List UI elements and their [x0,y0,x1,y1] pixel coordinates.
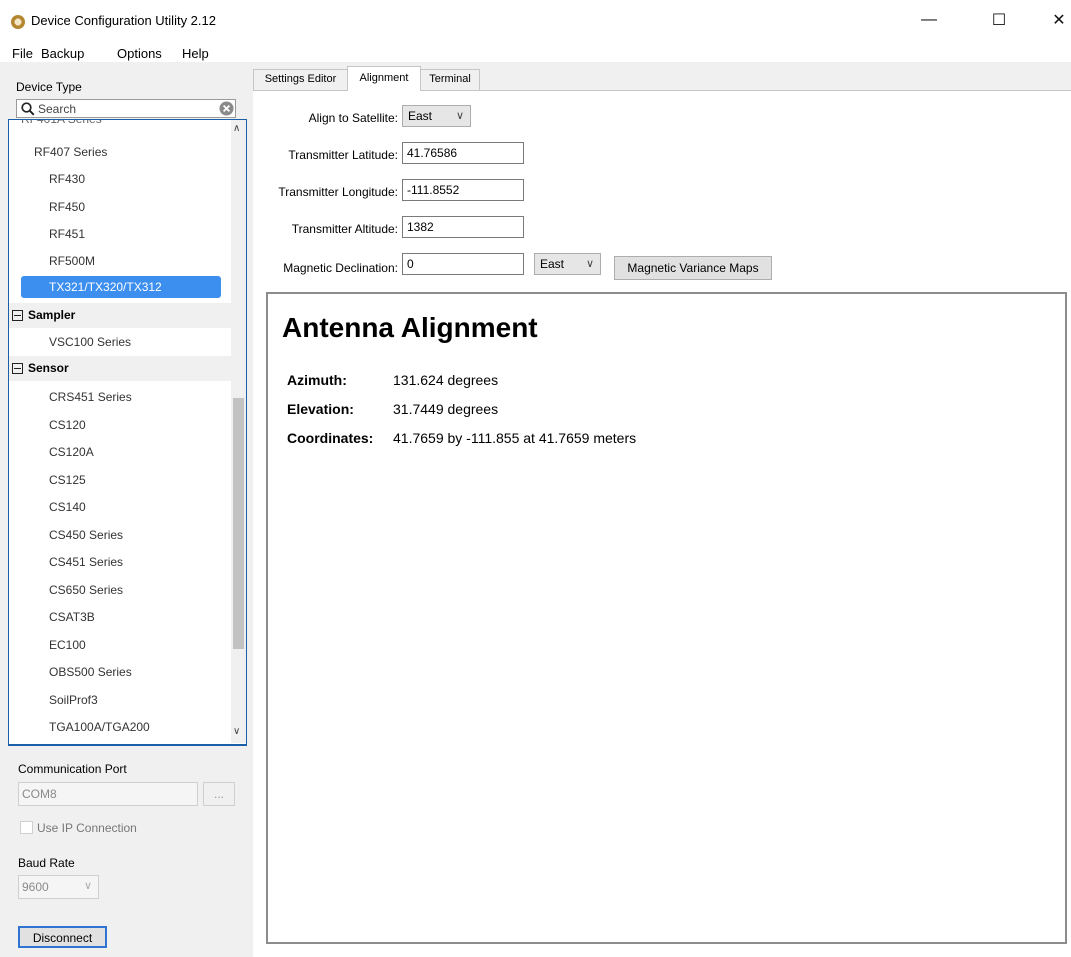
coordinates-label: Coordinates: [287,430,374,446]
tree-item[interactable]: RF401A Series [21,120,221,130]
group-label: Sensor [28,361,69,375]
tree-item[interactable]: VSC100 Series [49,331,246,353]
menu-backup[interactable]: Backup [41,46,84,61]
elevation-label: Elevation: [287,401,354,417]
chevron-down-icon: ∨ [455,110,464,122]
tree-item[interactable]: CS120 [49,414,246,436]
coordinates-value: 41.7659 by -111.855 at 41.7659 meters [393,430,637,446]
maximize-button[interactable]: ☐ [977,6,1021,34]
align-satellite-value: East [408,109,433,123]
azimuth-label: Azimuth: [287,372,347,388]
tab-alignment[interactable]: Alignment [347,66,421,91]
comm-port-label: Communication Port [18,762,127,776]
longitude-input[interactable]: -111.8552 [402,179,524,201]
tree-item[interactable]: EC100 [49,634,246,656]
browse-port-button[interactable]: ... [203,782,235,806]
baud-rate-label: Baud Rate [18,856,75,870]
altitude-label: Transmitter Altitude: [291,222,398,236]
comm-port-field[interactable]: COM8 [18,782,198,806]
latitude-label: Transmitter Latitude: [288,148,398,162]
tree-item[interactable]: CS450 Series [49,524,246,546]
azimuth-value: 131.624 degrees [393,372,499,388]
use-ip-checkbox[interactable] [20,821,33,834]
altitude-input[interactable]: 1382 [402,216,524,238]
use-ip-label: Use IP Connection [37,821,137,835]
elevation-value: 31.7449 degrees [393,401,499,417]
chevron-down-icon: ∨ [83,880,92,892]
menu-file[interactable]: File [12,46,33,61]
search-icon [21,102,35,116]
result-heading: Antenna Alignment [282,312,538,343]
tree-item[interactable]: CS125 [49,469,246,491]
declination-label: Magnetic Declination: [283,261,398,275]
baud-rate-value: 9600 [22,880,49,894]
tree-item[interactable]: CS451 Series [49,551,246,573]
group-label: Sampler [28,308,76,322]
collapse-icon[interactable] [12,363,23,375]
tree-item-selected[interactable]: TX321/TX320/TX312 [21,276,221,298]
scrollbar-thumb[interactable] [233,398,244,649]
menu-options[interactable]: Options [117,46,162,61]
tree-item-label: TX321/TX320/TX312 [49,280,162,294]
tree-item[interactable]: SoilProf3 [49,689,246,711]
disconnect-button[interactable]: Disconnect [18,926,107,948]
tree-item[interactable]: CS650 Series [49,579,246,601]
window-title: Device Configuration Utility 2.12 [31,13,216,28]
tree-item[interactable]: TGA100A/TGA200 [49,716,246,738]
baud-rate-select[interactable]: 9600 ∨ [18,875,99,899]
close-button[interactable]: ✕ [1037,6,1071,34]
align-satellite-select[interactable]: East ∨ [402,105,471,127]
device-type-label: Device Type [16,80,82,94]
tree-item[interactable]: OBS500 Series [49,661,246,683]
longitude-label: Transmitter Longitude: [278,185,398,199]
tab-terminal[interactable]: Terminal [420,69,480,90]
search-placeholder: Search [38,102,77,116]
tree-item[interactable]: CS140 [49,496,246,518]
tree-item[interactable]: CS120A [49,441,246,463]
magnetic-variance-maps-button[interactable]: Magnetic Variance Maps [614,256,772,280]
tree-item[interactable]: CRS451 Series [49,386,246,408]
app-icon [11,15,25,29]
tree-item[interactable]: RF450 [49,196,246,218]
scroll-down-icon[interactable]: ∨ [233,726,240,737]
menu-help[interactable]: Help [182,46,209,61]
align-satellite-label: Align to Satellite: [308,111,398,125]
collapse-icon[interactable] [12,310,23,322]
minimize-button[interactable]: — [907,6,951,34]
alignment-result-panel: Antenna Alignment Azimuth: 131.624 degre… [266,292,1067,944]
tree-group-sensor[interactable]: Sensor [9,356,231,381]
declination-direction-select[interactable]: East ∨ [534,253,601,275]
tab-settings-editor[interactable]: Settings Editor [253,69,348,90]
declination-direction-value: East [540,257,565,271]
device-tree[interactable]: RF401A Series RF407 Series RF430 RF450 R… [8,119,247,746]
latitude-input[interactable]: 41.76586 [402,142,524,164]
tree-group-sampler[interactable]: Sampler [9,303,231,328]
chevron-down-icon: ∨ [585,258,594,270]
declination-input[interactable]: 0 [402,253,524,275]
tree-item[interactable]: CSAT3B [49,606,246,628]
